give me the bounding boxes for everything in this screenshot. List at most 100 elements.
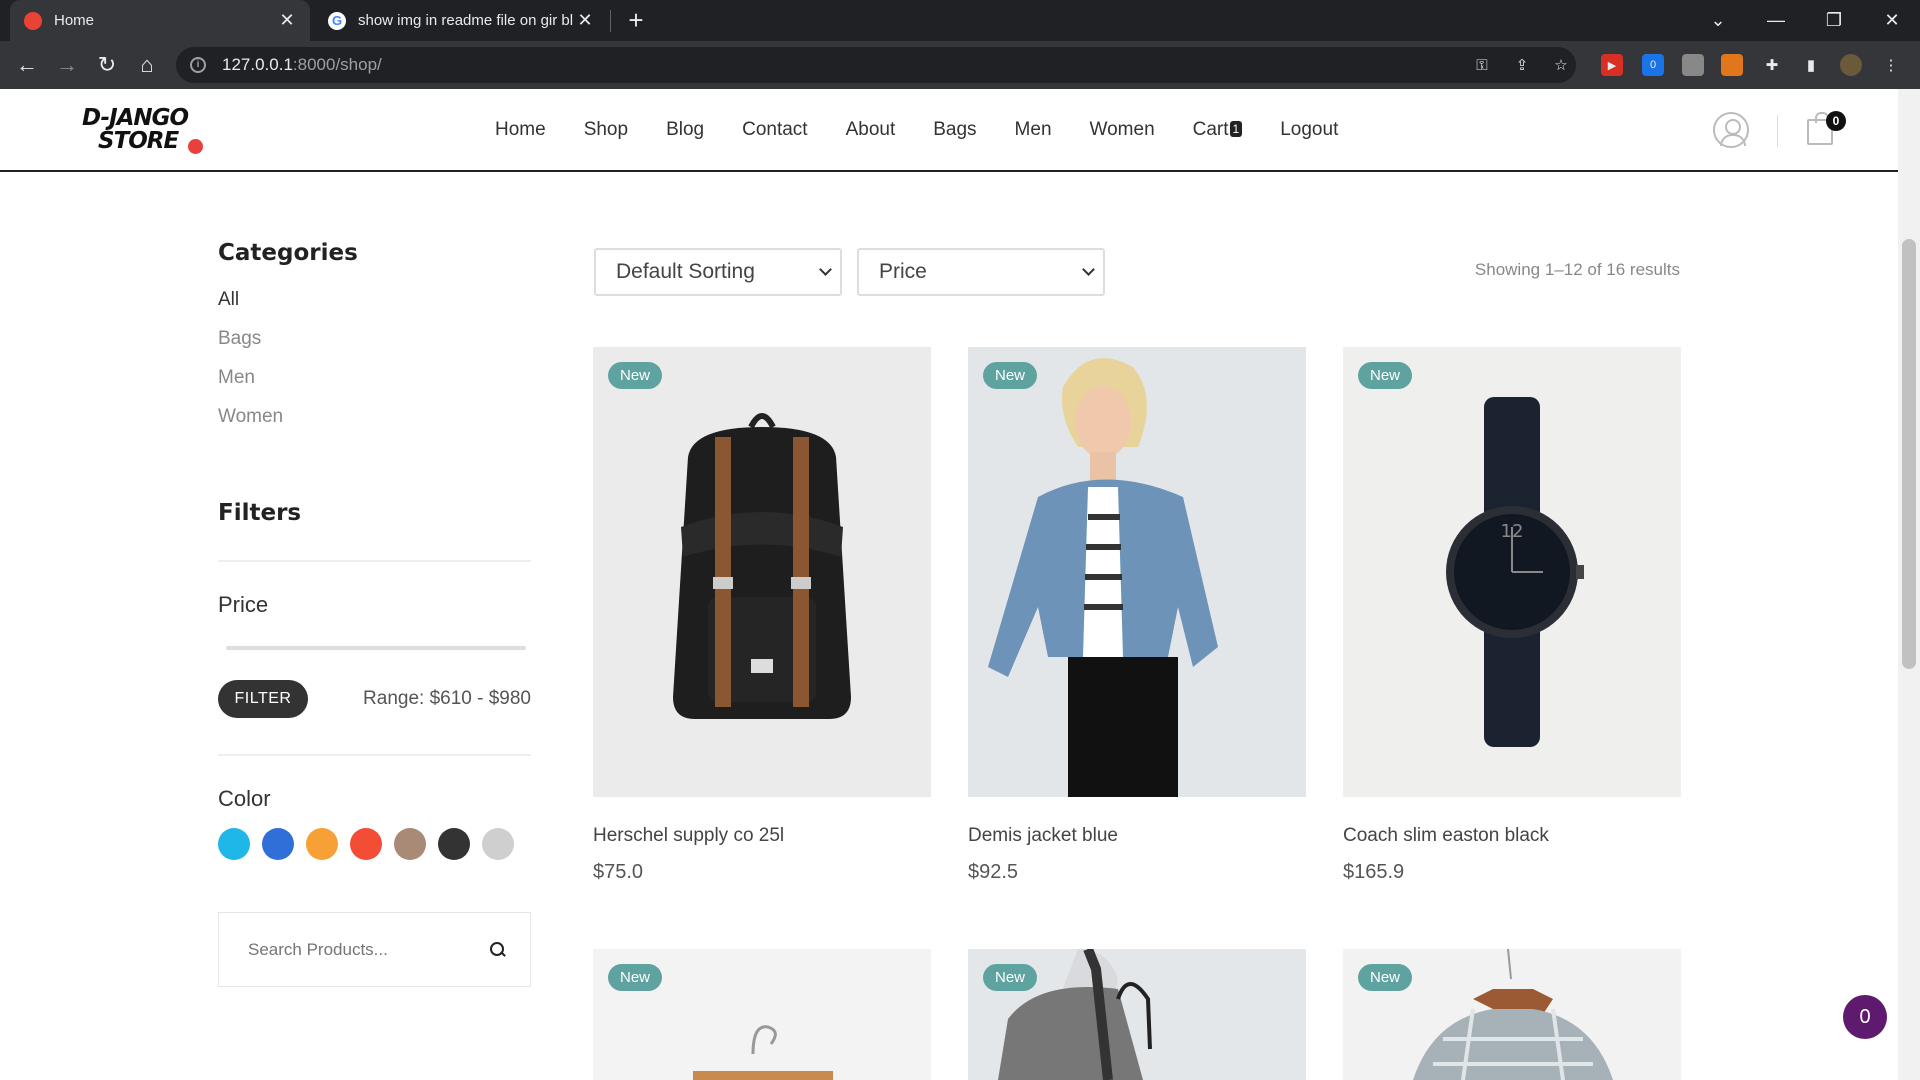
store-logo[interactable]: D-JANGO STORE: [82, 107, 212, 157]
price-range-text: Range: $610 - $980: [363, 688, 531, 709]
chevron-down-icon: [819, 263, 832, 276]
price-select-value: Price: [879, 260, 927, 283]
price-select[interactable]: Price: [857, 248, 1105, 296]
close-icon[interactable]: ✕: [278, 10, 296, 31]
extension-gray-icon[interactable]: [1682, 54, 1704, 76]
nav-about[interactable]: About: [846, 119, 896, 141]
shop-sidebar: Categories All Bags Men Women Filters Pr…: [218, 240, 531, 987]
page-scrollbar[interactable]: [1898, 89, 1920, 1080]
home-icon[interactable]: ⌂: [130, 48, 164, 82]
extension-blue-icon[interactable]: 0: [1642, 54, 1664, 76]
color-swatch-blue[interactable]: [262, 828, 294, 860]
address-bar[interactable]: i 127.0.0.1:8000/shop/: [176, 47, 1576, 83]
logo-line-1: D-JANGO: [82, 105, 189, 131]
extension-red-icon[interactable]: ▶: [1601, 54, 1623, 76]
profile-avatar[interactable]: [1840, 54, 1862, 76]
category-all[interactable]: All: [218, 288, 531, 327]
nav-men[interactable]: Men: [1015, 119, 1052, 141]
new-badge: New: [983, 964, 1038, 991]
nav-shop[interactable]: Shop: [584, 119, 628, 141]
url-path: :8000/shop/: [292, 55, 382, 74]
share-icon[interactable]: ⇪: [1511, 54, 1533, 76]
fox-extension-icon[interactable]: [1721, 54, 1743, 76]
product-card[interactable]: New Demis jacket blue $92.5: [968, 347, 1306, 884]
filter-button[interactable]: FILTER: [218, 680, 308, 718]
price-slider[interactable]: [226, 646, 526, 650]
puzzle-icon[interactable]: ✚: [1761, 54, 1783, 76]
product-image[interactable]: New: [968, 347, 1306, 797]
color-swatch-gray[interactable]: [482, 828, 514, 860]
site-header: D-JANGO STORE Home Shop Blog Contact Abo…: [0, 89, 1898, 172]
tab-home[interactable]: Home ✕: [10, 0, 310, 41]
search-icon[interactable]: [490, 941, 506, 958]
nav-bags[interactable]: Bags: [933, 119, 976, 141]
main-nav: Home Shop Blog Contact About Bags Men Wo…: [495, 89, 1376, 170]
nav-blog[interactable]: Blog: [666, 119, 704, 141]
product-image[interactable]: New: [1343, 949, 1681, 1080]
star-icon[interactable]: ☆: [1550, 54, 1572, 76]
url-host: 127.0.0.1: [222, 55, 293, 74]
forward-icon[interactable]: →: [50, 48, 84, 82]
minimize-icon[interactable]: —: [1748, 0, 1804, 41]
new-badge: New: [608, 362, 663, 389]
back-icon[interactable]: ←: [10, 48, 44, 82]
product-image[interactable]: New: [968, 949, 1306, 1080]
tab-google[interactable]: G show img in readme file on gir bl ✕: [314, 0, 608, 41]
filters-title: Filters: [218, 500, 302, 526]
color-swatch-orange[interactable]: [306, 828, 338, 860]
color-swatch-red[interactable]: [350, 828, 382, 860]
color-swatch-brown[interactable]: [394, 828, 426, 860]
category-women[interactable]: Women: [218, 405, 531, 444]
category-list: All Bags Men Women: [218, 288, 531, 444]
google-favicon-icon: G: [328, 11, 346, 30]
product-price: $165.9: [1343, 861, 1405, 883]
product-name[interactable]: Demis jacket blue: [968, 825, 1306, 847]
nav-contact[interactable]: Contact: [742, 119, 807, 141]
chat-widget-button[interactable]: 0: [1843, 995, 1887, 1039]
new-tab-button[interactable]: +: [622, 6, 650, 34]
extension-badge: 0: [1649, 59, 1657, 71]
color-swatch-cyan[interactable]: [218, 828, 250, 860]
restore-icon[interactable]: ❐: [1806, 0, 1862, 41]
nav-home[interactable]: Home: [495, 119, 546, 141]
sort-select[interactable]: Default Sorting: [594, 248, 842, 296]
category-men[interactable]: Men: [218, 366, 531, 405]
nav-women[interactable]: Women: [1090, 119, 1155, 141]
product-card[interactable]: 12 New Coach slim easton black $165.9: [1343, 347, 1681, 884]
price-title: Price: [218, 592, 269, 617]
category-bags[interactable]: Bags: [218, 327, 531, 366]
menu-dots-icon[interactable]: ⋮: [1880, 54, 1902, 76]
divider: [218, 754, 531, 756]
product-card[interactable]: New: [593, 949, 931, 1080]
product-card[interactable]: New: [1343, 949, 1681, 1080]
browser-tab-bar: Home ✕ G show img in readme file on gir …: [0, 0, 1920, 41]
key-icon[interactable]: ⚿: [1471, 54, 1493, 76]
reload-icon[interactable]: ↻: [90, 48, 124, 82]
color-title: Color: [218, 786, 271, 811]
close-icon[interactable]: ✕: [576, 10, 594, 31]
tab-title: Home: [54, 12, 95, 29]
sidepanel-icon[interactable]: ▮: [1800, 54, 1822, 76]
svg-text:12: 12: [1501, 521, 1524, 542]
site-info-icon[interactable]: i: [190, 57, 206, 73]
product-image[interactable]: 12 New: [1343, 347, 1681, 797]
color-swatch-black[interactable]: [438, 828, 470, 860]
product-card[interactable]: New Herschel supply co 25l $75.0: [593, 347, 931, 884]
product-card[interactable]: New: [968, 949, 1306, 1080]
product-image[interactable]: New: [593, 949, 931, 1080]
nav-logout[interactable]: Logout: [1280, 119, 1338, 141]
nav-cart[interactable]: Cart 1: [1193, 119, 1243, 141]
product-image[interactable]: New: [593, 347, 931, 797]
window-close-icon[interactable]: ✕: [1864, 0, 1920, 41]
product-name[interactable]: Coach slim easton black: [1343, 825, 1681, 847]
scrollbar-thumb[interactable]: [1902, 239, 1916, 669]
divider: [218, 560, 531, 562]
jacket-model-image: [968, 347, 1306, 797]
user-icon[interactable]: [1713, 112, 1749, 148]
bag-count-badge: 0: [1826, 111, 1846, 131]
product-name[interactable]: Herschel supply co 25l: [593, 825, 931, 847]
new-badge: New: [1358, 964, 1413, 991]
search-input[interactable]: [248, 939, 468, 960]
categories-title: Categories: [218, 240, 358, 266]
tab-search-icon[interactable]: ⌄: [1690, 0, 1746, 41]
